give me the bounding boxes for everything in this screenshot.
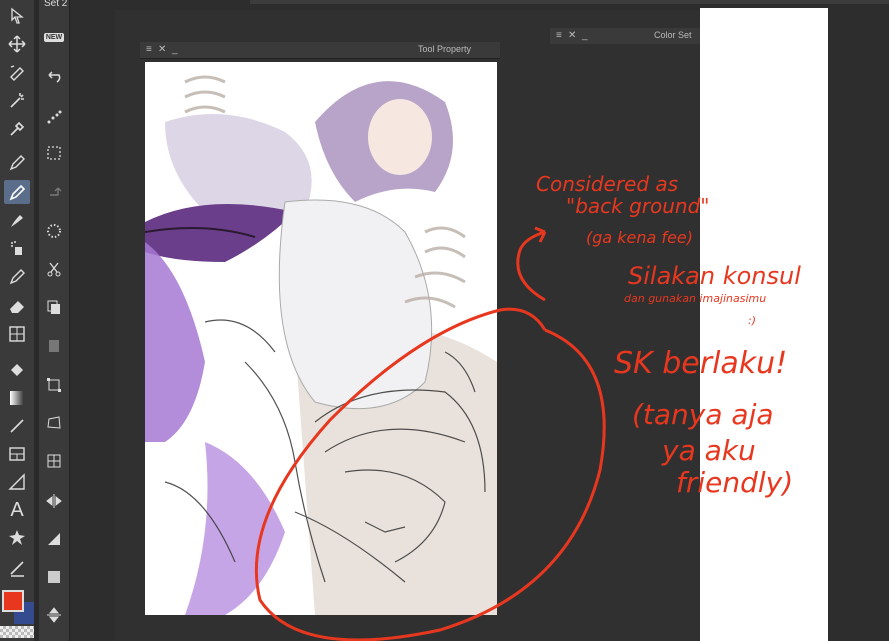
new-badge-label: NEW — [43, 32, 65, 42]
line-icon[interactable] — [4, 414, 30, 438]
brush-icon[interactable] — [4, 208, 30, 232]
decoration-icon[interactable] — [4, 264, 30, 288]
menu-icon[interactable]: ≡ — [146, 44, 152, 55]
loading-icon[interactable] — [43, 220, 65, 242]
frame-icon[interactable] — [4, 442, 30, 466]
annotation-line-6: :) — [748, 314, 756, 327]
annotation-line-3: (ga kena fee) — [586, 228, 693, 247]
balloon-icon[interactable] — [4, 526, 30, 550]
move-icon[interactable] — [4, 32, 30, 56]
gradient-icon[interactable] — [4, 386, 30, 410]
correction-line-icon[interactable] — [4, 556, 30, 580]
minimize-icon[interactable]: _ — [582, 30, 588, 41]
annotation-line-2: "back ground" — [566, 194, 710, 218]
mesh-transform-icon[interactable] — [43, 450, 65, 472]
magic-wand-icon[interactable] — [4, 88, 30, 112]
transparent-color-swatch[interactable] — [0, 626, 34, 638]
redo-icon[interactable] — [43, 180, 65, 202]
flip-vertical-icon[interactable] — [43, 604, 65, 626]
annotation-line-9: ya aku — [662, 434, 756, 467]
rect-select-icon[interactable] — [43, 142, 65, 164]
ruler-icon[interactable] — [4, 470, 30, 494]
color-set-titlebar[interactable]: ≡ ✕ _ Color Set — [550, 28, 700, 44]
airbrush-icon[interactable] — [4, 236, 30, 260]
free-transform-icon[interactable] — [43, 412, 65, 434]
artwork-illustration — [145, 75, 497, 615]
top-panel-edge — [250, 0, 889, 4]
eraser-icon[interactable] — [4, 294, 30, 318]
fill-icon[interactable] — [4, 358, 30, 382]
scissors-icon[interactable] — [43, 258, 65, 280]
transform-icon[interactable] — [43, 374, 65, 396]
annotation-line-10: friendly) — [676, 466, 794, 499]
command-bar: Set 2 NEW — [39, 0, 70, 641]
blend-icon[interactable] — [4, 322, 30, 346]
close-icon[interactable]: ✕ — [568, 30, 576, 41]
close-icon[interactable]: ✕ — [158, 44, 166, 55]
lasso-icon[interactable] — [4, 60, 30, 84]
tool-property-title: Tool Property — [418, 44, 472, 54]
color-set-panel-body — [700, 8, 828, 641]
select-icon[interactable] — [4, 4, 30, 28]
color-set-title: Color Set — [654, 30, 692, 40]
flip-horizontal-icon[interactable] — [43, 490, 65, 512]
annotation-line-5: dan gunakan imajinasimu — [624, 292, 767, 305]
lasso-select-icon[interactable] — [43, 106, 65, 128]
menu-icon[interactable]: ≡ — [556, 30, 562, 41]
set-label: Set 2 — [44, 0, 68, 9]
annotation-line-8: (tanya aja — [632, 398, 774, 431]
drawing-canvas[interactable] — [145, 62, 497, 615]
paste-icon[interactable] — [43, 334, 65, 356]
text-icon[interactable]: A — [4, 498, 30, 522]
annotation-line-7: SK berlaku! — [614, 346, 788, 381]
perspective-icon[interactable] — [43, 528, 65, 550]
pencil-icon[interactable] — [4, 180, 30, 204]
main-color-swatch[interactable] — [2, 590, 24, 612]
tool-property-titlebar[interactable]: ≡ ✕ _ Tool Property — [140, 42, 500, 59]
copy-icon[interactable] — [43, 296, 65, 318]
annotation-line-1: Considered as — [536, 172, 679, 196]
minimize-icon[interactable]: _ — [172, 44, 178, 55]
fill-square-icon[interactable] — [43, 566, 65, 588]
undo-icon[interactable] — [43, 66, 65, 88]
eyedropper-icon[interactable] — [4, 116, 30, 140]
annotation-line-4: Silakan konsul — [628, 262, 801, 290]
main-toolbar: A — [0, 0, 36, 641]
new-badge-icon[interactable]: NEW — [43, 26, 65, 48]
pen-icon[interactable] — [4, 150, 30, 174]
